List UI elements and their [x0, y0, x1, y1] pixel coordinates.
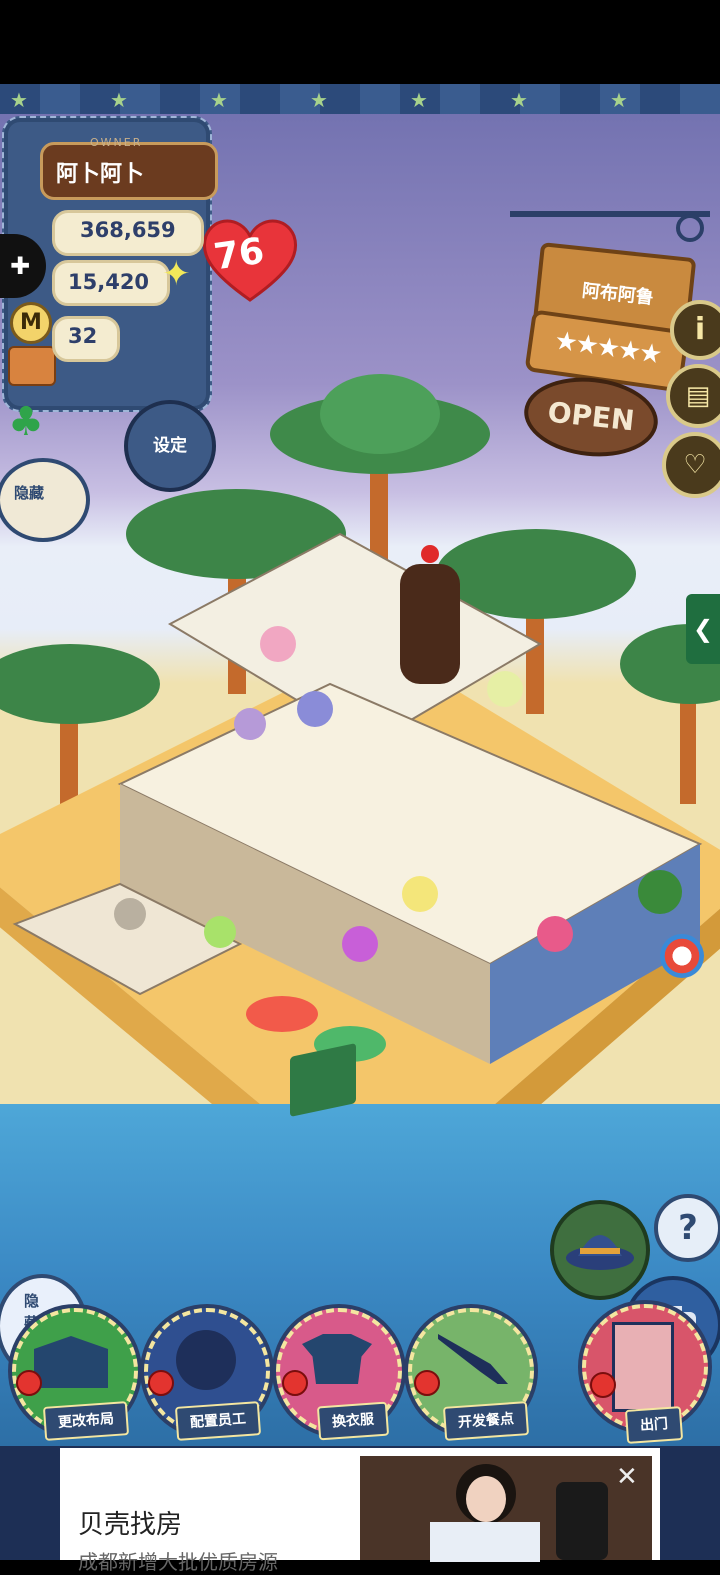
change-layout-label: 更改布局: [42, 1401, 130, 1441]
door-icon: [612, 1322, 674, 1412]
clover-value: 32: [68, 324, 98, 348]
beach-ball: [660, 934, 704, 978]
bunting-banner: ★ ★ ★ ★ ★ ★ ★: [0, 84, 720, 114]
help-button[interactable]: ?: [654, 1194, 720, 1262]
restaurant-building[interactable]: [10, 514, 710, 1074]
side-panel-tab[interactable]: ❮: [686, 594, 720, 664]
coins-value: 368,659: [80, 218, 176, 242]
coin-icon: M: [10, 302, 52, 344]
owner-name: 阿卜阿卜: [56, 162, 145, 187]
clover-icon: ♣: [8, 399, 44, 445]
assign-staff-label: 配置员工: [174, 1401, 262, 1441]
food-basket-icon: [8, 346, 56, 386]
owner-label: OWNER: [90, 136, 143, 149]
star-icon: ★: [10, 88, 28, 112]
ad-title: 贝壳找房: [78, 1510, 183, 1540]
close-icon[interactable]: ✕: [616, 1462, 638, 1492]
pin-icon: [282, 1370, 308, 1396]
heart-speech-icon[interactable]: ♡: [662, 432, 720, 498]
star-icon: ★: [510, 88, 528, 112]
star-icon: ★: [610, 88, 628, 112]
star-icon: ★: [410, 88, 428, 112]
pin-icon: [414, 1370, 440, 1396]
develop-dish-label: 开发餐点: [442, 1401, 530, 1441]
status-bar: [0, 0, 720, 84]
person-face: [466, 1476, 506, 1522]
person-shirt: [430, 1522, 540, 1562]
change-clothes-label: 换衣服: [316, 1401, 390, 1441]
sign-bracket: [510, 211, 710, 242]
go-out-label: 出门: [624, 1406, 684, 1444]
player-level: 76: [211, 230, 267, 279]
star-icon: ★: [210, 88, 228, 112]
pin-icon: [590, 1372, 616, 1398]
food-value: 15,420: [68, 270, 150, 294]
pin-icon: [16, 1370, 42, 1396]
star-icon: ★: [110, 88, 128, 112]
phone-icon: [556, 1482, 608, 1560]
sparkle-icon: ✦: [162, 254, 191, 294]
game-scene[interactable]: ★ ★ ★ ★ ★ ★ ★ OWNER 阿卜阿卜 76 M 368,659 15…: [0, 84, 720, 1446]
star-icon: ★: [310, 88, 328, 112]
settings-button[interactable]: 设定: [124, 400, 216, 492]
pin-icon: [148, 1370, 174, 1396]
hide-button-top-label: 隐藏: [14, 484, 45, 502]
ad-subtitle: 成都新增大批优质房源: [78, 1550, 278, 1574]
ad-video-thumbnail[interactable]: [360, 1456, 652, 1562]
mouse-head-icon: [176, 1330, 236, 1390]
